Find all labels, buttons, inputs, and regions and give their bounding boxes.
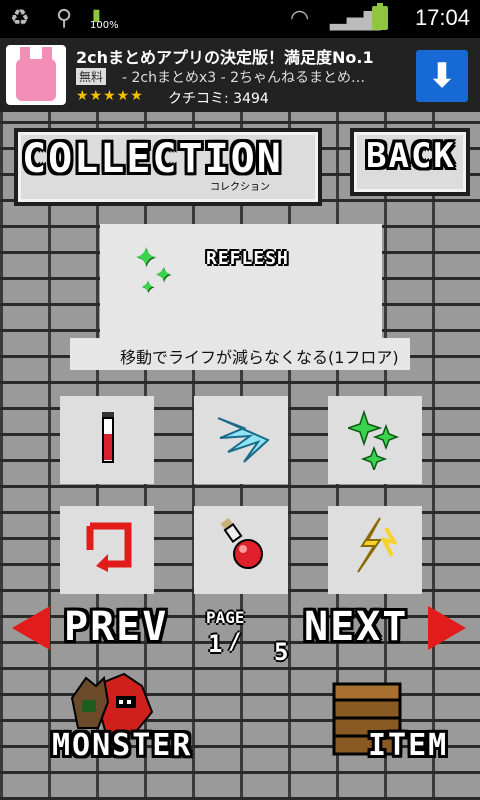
ad-banner[interactable]: 2chまとめアプリの決定版！満足度No.1 無料 - 2chまとめx3 - 2ち… — [0, 38, 480, 112]
page-title-sub: コレクション — [210, 182, 270, 193]
reload-icon[interactable] — [84, 520, 134, 572]
ad-title[interactable]: 2chまとめアプリの決定版！満足度No.1 — [76, 44, 374, 68]
page-total: 5 — [274, 638, 289, 666]
clock: 17:04 — [414, 5, 470, 30]
test-tube-icon[interactable] — [96, 412, 120, 468]
battery-percent: 100% — [90, 20, 119, 31]
ad-rating-stars: ★★★★★ — [76, 88, 144, 104]
prev-arrow-icon[interactable] — [12, 606, 50, 650]
page-label: PAGE — [206, 608, 245, 627]
red-potion-icon[interactable] — [218, 518, 266, 572]
back-button-label[interactable]: BACK — [366, 136, 456, 176]
ad-app-icon[interactable] — [6, 45, 66, 105]
status-bar: ♻ ⚲ ▮ 100% ◠ ▂▄▆ 17:04 — [0, 0, 480, 38]
wifi-icon: ◠ — [290, 6, 310, 31]
ad-review-count: クチコミ: 3494 — [168, 91, 269, 107]
prev-button[interactable]: PREV — [64, 604, 168, 650]
next-button[interactable]: NEXT — [304, 604, 408, 650]
monster-art-icon[interactable] — [64, 672, 164, 736]
page-title: COLLECTION — [22, 136, 283, 182]
item-detail-description: 移動でライフが減らなくなる(1フロア) — [120, 348, 399, 367]
wing-icon[interactable] — [214, 412, 272, 468]
battery-icon — [372, 3, 388, 30]
recycle-icon: ♻ — [10, 6, 30, 31]
item-detail-name: REFLESH — [206, 248, 289, 269]
item-button[interactable]: ITEM — [368, 728, 448, 763]
page-current: 1 — [208, 630, 223, 658]
page-separator: / — [228, 630, 242, 655]
download-arrow-icon[interactable]: ⬇ — [416, 50, 468, 102]
lightning-icon[interactable] — [350, 516, 400, 574]
ad-free-badge: 無料 — [76, 68, 107, 85]
usb-icon: ⚲ — [56, 6, 73, 31]
ad-subtitle: - 2chまとめx3 - 2ちゃんねるまとめ… — [122, 70, 366, 86]
monster-button[interactable]: MONSTER — [52, 728, 192, 763]
next-arrow-icon[interactable] — [428, 606, 466, 650]
sparkle-icon[interactable] — [348, 410, 402, 470]
